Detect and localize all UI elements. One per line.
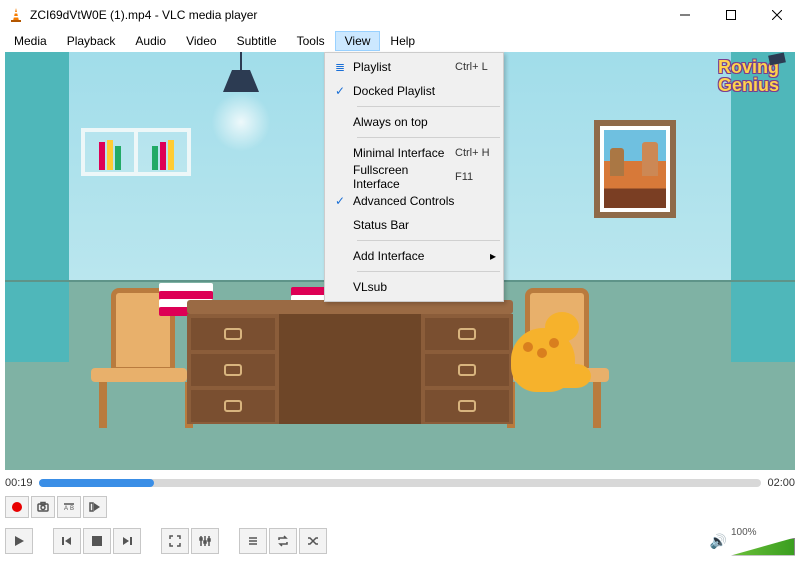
scene-shelf <box>81 128 191 176</box>
shuffle-button[interactable] <box>299 528 327 554</box>
scene-lamp <box>223 52 259 102</box>
speaker-icon[interactable]: 🔊 <box>710 533 727 550</box>
snapshot-button[interactable] <box>31 496 55 518</box>
svg-text:B: B <box>70 506 74 512</box>
stop-button[interactable] <box>83 528 111 554</box>
menu-tools[interactable]: Tools <box>287 31 335 51</box>
scene-wall-right <box>731 52 795 362</box>
loop-button[interactable] <box>269 528 297 554</box>
menu-separator <box>357 137 500 138</box>
scene-desk <box>187 300 513 450</box>
submenu-arrow-icon: ▸ <box>490 249 496 263</box>
next-button[interactable] <box>113 528 141 554</box>
menu-separator <box>357 271 500 272</box>
close-button[interactable] <box>754 0 800 30</box>
scene-dinosaur <box>505 312 589 402</box>
menuitem-fullscreen-interface[interactable]: Fullscreen Interface F11 <box>327 165 501 189</box>
menu-media[interactable]: Media <box>4 31 57 51</box>
view-dropdown: ≣ Playlist Ctrl+ L ✓ Docked Playlist Alw… <box>324 52 504 302</box>
camera-icon <box>37 501 49 513</box>
scene-wall-left <box>5 52 69 362</box>
play-icon <box>13 535 25 547</box>
menuitem-add-interface[interactable]: Add Interface ▸ <box>327 244 501 268</box>
menuitem-playlist[interactable]: ≣ Playlist Ctrl+ L <box>327 55 501 79</box>
menuitem-status-bar[interactable]: Status Bar <box>327 213 501 237</box>
window-title: ZCI69dVtW0E (1).mp4 - VLC media player <box>30 8 257 22</box>
playlist-button[interactable] <box>239 528 267 554</box>
advanced-controls: AB <box>5 494 107 520</box>
loop-ab-button[interactable]: AB <box>57 496 81 518</box>
playback-controls: 🔊 100% <box>5 524 795 558</box>
fullscreen-icon <box>169 535 181 547</box>
svg-text:A: A <box>64 506 68 512</box>
record-button[interactable] <box>5 496 29 518</box>
total-time[interactable]: 02:00 <box>767 477 795 489</box>
stop-icon <box>92 536 102 546</box>
shuffle-icon <box>307 535 319 547</box>
volume-percent: 100% <box>731 527 795 538</box>
menu-video[interactable]: Video <box>176 31 226 51</box>
frame-step-icon <box>89 501 101 513</box>
menu-view[interactable]: View <box>335 31 381 51</box>
play-button[interactable] <box>5 528 33 554</box>
seek-slider[interactable] <box>39 479 762 487</box>
vlc-cone-icon <box>8 7 24 23</box>
menu-bar: Media Playback Audio Video Subtitle Tool… <box>0 30 800 52</box>
title-bar: ZCI69dVtW0E (1).mp4 - VLC media player <box>0 0 800 30</box>
check-icon: ✓ <box>335 84 345 98</box>
menuitem-docked-playlist[interactable]: ✓ Docked Playlist <box>327 79 501 103</box>
fullscreen-button[interactable] <box>161 528 189 554</box>
equalizer-icon <box>199 535 211 547</box>
loop-ab-icon: AB <box>63 501 75 513</box>
brand-line2: Genius <box>718 76 779 94</box>
menuitem-always-on-top[interactable]: Always on top <box>327 110 501 134</box>
skip-forward-icon <box>121 535 133 547</box>
menu-playback[interactable]: Playback <box>57 31 126 51</box>
menuitem-minimal-interface[interactable]: Minimal Interface Ctrl+ H <box>327 141 501 165</box>
record-icon <box>12 502 22 512</box>
minimize-button[interactable] <box>662 0 708 30</box>
elapsed-time[interactable]: 00:19 <box>5 477 33 489</box>
extended-settings-button[interactable] <box>191 528 219 554</box>
playlist-icon <box>247 535 259 547</box>
menu-separator <box>357 240 500 241</box>
maximize-button[interactable] <box>708 0 754 30</box>
menu-separator <box>357 106 500 107</box>
volume-slider[interactable] <box>731 538 795 556</box>
list-icon: ≣ <box>335 60 345 74</box>
menu-help[interactable]: Help <box>380 31 425 51</box>
frame-step-button[interactable] <box>83 496 107 518</box>
menu-audio[interactable]: Audio <box>125 31 176 51</box>
skip-back-icon <box>61 535 73 547</box>
video-brand-logo: Roving Genius <box>718 58 779 94</box>
menu-subtitle[interactable]: Subtitle <box>227 31 287 51</box>
menuitem-advanced-controls[interactable]: ✓ Advanced Controls <box>327 189 501 213</box>
scene-picture-frame <box>594 120 676 218</box>
previous-button[interactable] <box>53 528 81 554</box>
time-bar: 00:19 02:00 <box>5 474 795 492</box>
check-icon: ✓ <box>335 194 345 208</box>
menuitem-vlsub[interactable]: VLsub <box>327 275 501 299</box>
loop-icon <box>277 535 289 547</box>
